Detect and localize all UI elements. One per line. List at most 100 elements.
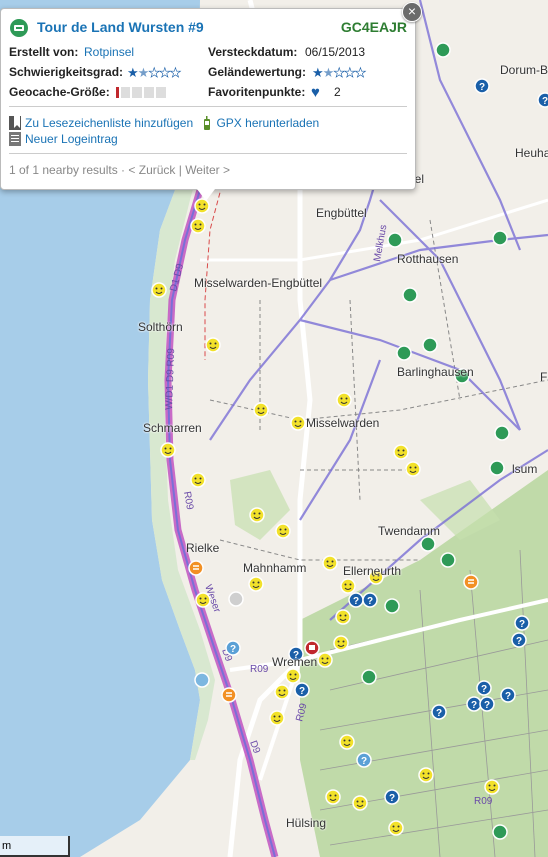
- found-smiley-icon[interactable]: [317, 652, 333, 668]
- mystery-cache-icon[interactable]: ?: [294, 682, 310, 698]
- svg-text:?: ?: [299, 686, 305, 697]
- found-smiley-icon[interactable]: [393, 444, 409, 460]
- mystery-cache-icon[interactable]: ?: [511, 632, 527, 648]
- road-label-r09: R09: [250, 664, 269, 675]
- event-cache-icon[interactable]: [304, 640, 320, 656]
- difficulty-label: Schwierigkeitsgrad:: [9, 65, 124, 79]
- terrain-stars: ★★★★★: [312, 65, 367, 81]
- rating-row: Schwierigkeitsgrad: ★★★★★ Geländewertung…: [9, 65, 407, 81]
- mystery-cache-icon[interactable]: ?: [479, 696, 495, 712]
- svg-text:?: ?: [519, 619, 525, 630]
- found-smiley-icon[interactable]: [195, 592, 211, 608]
- mystery-cache-icon[interactable]: ?: [384, 789, 400, 805]
- found-smiley-icon[interactable]: [275, 523, 291, 539]
- size-row: Geocache-Größe: Favoritenpunkte: ♥ 2: [9, 85, 407, 101]
- owner-link[interactable]: Rotpinsel: [84, 45, 134, 59]
- traditional-cache-icon[interactable]: [396, 345, 412, 361]
- mystery-cache-icon[interactable]: ?: [356, 752, 372, 768]
- road-label-wd1: W/D1 D9 R09: [164, 348, 177, 410]
- place-label: F: [540, 370, 548, 384]
- mystery-cache-icon[interactable]: ?: [348, 592, 364, 608]
- traditional-cache-icon[interactable]: [440, 552, 456, 568]
- found-smiley-icon[interactable]: [484, 779, 500, 795]
- found-smiley-icon[interactable]: [322, 555, 338, 571]
- found-smiley-icon[interactable]: [248, 576, 264, 592]
- found-smiley-icon[interactable]: [340, 578, 356, 594]
- found-smiley-icon[interactable]: [405, 461, 421, 477]
- difficulty-stars: ★★★★★: [127, 65, 182, 81]
- traditional-cache-icon[interactable]: [489, 460, 505, 476]
- traditional-cache-icon[interactable]: [387, 232, 403, 248]
- svg-text:?: ?: [367, 596, 373, 607]
- place-label: Rotthausen: [397, 252, 459, 266]
- multi-cache-icon[interactable]: [463, 574, 479, 590]
- traditional-cache-icon[interactable]: [492, 824, 508, 840]
- popup-header: Tour de Land Wursten #9 GC4EAJR: [9, 17, 407, 37]
- traditional-cache-icon[interactable]: [420, 536, 436, 552]
- place-label: Wremen: [272, 655, 318, 669]
- gpx-label: GPX herunterladen: [216, 116, 320, 130]
- found-smiley-icon[interactable]: [269, 710, 285, 726]
- hidden-date-label: Versteckdatum:: [208, 45, 298, 59]
- mystery-cache-icon[interactable]: ?: [537, 92, 548, 108]
- found-smiley-icon[interactable]: [205, 337, 221, 353]
- favorites-label: Favoritenpunkte:: [208, 85, 306, 99]
- scale-bar: m: [0, 836, 70, 857]
- owner-row: Erstellt von: Rotpinsel Versteckdatum: 0…: [9, 45, 407, 61]
- found-smiley-icon[interactable]: [160, 442, 176, 458]
- mystery-cache-icon[interactable]: ?: [514, 615, 530, 631]
- found-smiley-icon[interactable]: [285, 668, 301, 684]
- svg-text:?: ?: [353, 596, 359, 607]
- unknown-cache-icon[interactable]: [228, 591, 244, 607]
- traditional-cache-icon[interactable]: [494, 425, 510, 441]
- found-smiley-icon[interactable]: [190, 218, 206, 234]
- terrain-label: Geländewertung:: [208, 65, 307, 79]
- traditional-cache-icon[interactable]: [402, 287, 418, 303]
- found-smiley-icon[interactable]: [352, 795, 368, 811]
- found-smiley-icon[interactable]: [418, 767, 434, 783]
- found-smiley-icon[interactable]: [336, 392, 352, 408]
- place-label: Ellerneurth: [343, 564, 402, 578]
- found-smiley-icon[interactable]: [325, 789, 341, 805]
- svg-text:?: ?: [484, 700, 490, 711]
- traditional-cache-icon[interactable]: [361, 669, 377, 685]
- found-smiley-icon[interactable]: [335, 609, 351, 625]
- road-label-r09: R09: [474, 796, 493, 807]
- new-log-link[interactable]: Neuer Logeintrag: [9, 131, 118, 147]
- cache-title-link[interactable]: Tour de Land Wursten #9: [37, 19, 204, 35]
- traditional-cache-icon[interactable]: [492, 230, 508, 246]
- place-label: Engbüttel: [316, 206, 367, 220]
- found-smiley-icon[interactable]: [339, 734, 355, 750]
- found-smiley-icon[interactable]: [194, 198, 210, 214]
- close-popup-button[interactable]: ×: [402, 2, 422, 22]
- traditional-cache-icon[interactable]: [422, 337, 438, 353]
- mystery-cache-icon[interactable]: ?: [466, 696, 482, 712]
- found-smiley-icon[interactable]: [274, 684, 290, 700]
- mystery-cache-icon[interactable]: ?: [474, 78, 490, 94]
- place-label: Solthörn: [138, 320, 183, 334]
- mystery-cache-icon[interactable]: ?: [500, 687, 516, 703]
- traditional-cache-icon[interactable]: [435, 42, 451, 58]
- found-smiley-icon[interactable]: [249, 507, 265, 523]
- mystery-cache-icon[interactable]: ?: [431, 704, 447, 720]
- gps-device-icon: [204, 116, 211, 130]
- found-smiley-icon[interactable]: [190, 472, 206, 488]
- multi-cache-icon[interactable]: [221, 687, 237, 703]
- place-label: Dorum-Blie: [500, 63, 548, 77]
- traditional-cache-icon: [9, 18, 29, 41]
- found-smiley-icon[interactable]: [253, 402, 269, 418]
- multi-cache-icon[interactable]: [188, 560, 204, 576]
- traditional-cache-icon[interactable]: [384, 598, 400, 614]
- gpx-download-link[interactable]: GPX herunterladen: [202, 115, 319, 131]
- mystery-cache-icon[interactable]: ?: [476, 680, 492, 696]
- found-smiley-icon[interactable]: [333, 635, 349, 651]
- found-smiley-icon[interactable]: [290, 415, 306, 431]
- earthcache-icon[interactable]: [194, 672, 210, 688]
- add-to-bookmark-list-link[interactable]: Zu Lesezeichenliste hinzufügen: [9, 115, 193, 131]
- found-smiley-icon[interactable]: [388, 820, 404, 836]
- bookmark-label: Zu Lesezeichenliste hinzufügen: [25, 116, 194, 130]
- found-smiley-icon[interactable]: [151, 282, 167, 298]
- nearby-results-nav[interactable]: 1 of 1 nearby results · < Zurück | Weite…: [9, 163, 230, 177]
- mystery-cache-icon[interactable]: ?: [362, 592, 378, 608]
- mystery-cache-icon[interactable]: ?: [225, 640, 241, 656]
